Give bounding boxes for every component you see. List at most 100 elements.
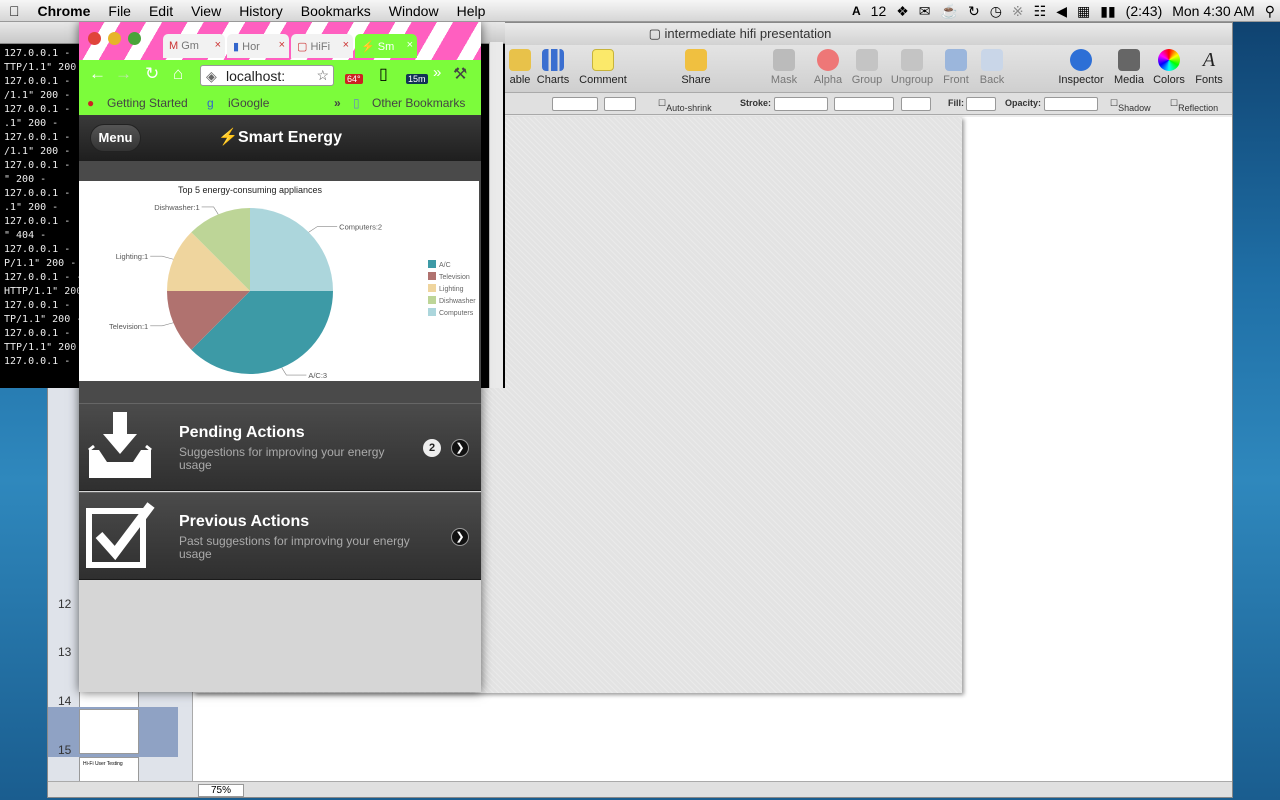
menu-help[interactable]: Help (448, 0, 495, 22)
chevron-right-icon[interactable]: ❯ (451, 439, 469, 457)
close-window-icon[interactable] (88, 32, 101, 45)
stroke-style-select[interactable] (774, 97, 828, 111)
lightning-icon: ⚡ (218, 129, 238, 146)
bookmarks-bar: ● Getting Started g iGoogle » ▯ Other Bo… (79, 91, 481, 115)
chart-container: Top 5 energy-consuming appliances A/C:3 T… (79, 181, 479, 381)
wifi-icon[interactable]: ☷ (1029, 0, 1052, 22)
app-menu[interactable]: Chrome (29, 0, 100, 22)
toolbar-charts-button[interactable]: Charts (526, 49, 580, 86)
bookmark-getting-started[interactable]: Getting Started (107, 96, 188, 110)
toolbar-share-button[interactable]: Share (669, 49, 723, 86)
weather-extension-icon[interactable]: 64° (345, 74, 363, 84)
volume-icon[interactable]: ◀ (1051, 0, 1072, 22)
zoom-select[interactable]: 75% (198, 784, 245, 797)
shadow-checkbox[interactable]: ☐ Shadow (1110, 98, 1151, 113)
legend-label: A/C (439, 262, 451, 269)
opacity-label: Opacity: (1005, 98, 1042, 108)
spotlight-icon[interactable]: ⚲ (1260, 0, 1280, 22)
slide-number: 12 (58, 597, 72, 611)
stroke-width-select[interactable] (834, 97, 894, 111)
slide-thumbnail-selected[interactable] (79, 709, 139, 754)
zoom-window-icon[interactable] (128, 32, 141, 45)
pending-actions-row[interactable]: Pending Actions Suggestions for improvin… (79, 403, 481, 491)
menu-history[interactable]: History (230, 0, 292, 22)
reload-icon[interactable]: ↻ (145, 64, 159, 84)
toolbar-inspector-button[interactable]: Inspector (1054, 49, 1108, 86)
bookmark-star-icon[interactable]: ☆ (316, 67, 329, 84)
docs-icon: ▮ (233, 41, 240, 53)
pie-slice-label: Lighting:1 (116, 252, 149, 261)
tab-strip: M Gm × ▮ Hor × ▢ HiFi × ⚡ Sm × (79, 22, 481, 60)
tab-hifi[interactable]: ▢ HiFi × (291, 34, 353, 58)
fill-label: Fill: (948, 98, 964, 108)
stroke-label: Stroke: (740, 98, 772, 108)
line-spacing-select[interactable] (552, 97, 598, 111)
folder-icon: ▯ (353, 96, 360, 110)
timer-extension-icon[interactable]: 15m (406, 74, 428, 84)
battery-icon[interactable]: ▮▮ (1095, 0, 1120, 22)
menu-edit[interactable]: Edit (140, 0, 182, 22)
bookmark-igoogle[interactable]: iGoogle (228, 96, 269, 110)
legend-label: Dishwasher (439, 298, 476, 305)
chevron-right-icon[interactable]: » (334, 96, 341, 110)
wrench-icon[interactable]: ⚒ (453, 64, 467, 84)
sync-icon[interactable]: ↻ (963, 0, 985, 22)
forward-arrow-icon[interactable]: → (115, 64, 132, 84)
calendar-icon[interactable]: ▦ (1072, 0, 1095, 22)
pie-leader-line (201, 206, 219, 215)
legend-label: Television (439, 274, 470, 281)
time-machine-icon[interactable]: ◷ (985, 0, 1007, 22)
ungroup-icon (901, 49, 923, 71)
navigation-bar: ← → ↻ ⌂ ◈ localhost: ☆ 64° ▯ 15m » ⚒ (79, 60, 481, 91)
minimize-window-icon[interactable] (108, 32, 121, 45)
share-icon (685, 49, 707, 71)
close-tab-icon[interactable]: × (407, 39, 413, 51)
fill-color-well[interactable] (966, 97, 996, 111)
toolbar-comment-button[interactable]: Comment (576, 49, 630, 86)
tab-smart-energy[interactable]: ⚡ Sm × (355, 34, 417, 58)
auto-shrink-checkbox[interactable]: ☐ Auto-shrink (658, 98, 712, 113)
toolbar-back-button[interactable]: Back (965, 49, 1019, 86)
toolbar-fonts-button[interactable]: A Fonts (1182, 49, 1232, 86)
close-tab-icon[interactable]: × (279, 39, 285, 51)
adobe-icon[interactable]: A (847, 0, 866, 22)
columns-select[interactable] (604, 97, 636, 111)
terminal-scrollbar[interactable] (489, 42, 503, 388)
menu-window[interactable]: Window (380, 0, 448, 22)
pie-leader-line (150, 322, 174, 327)
battery-time[interactable]: (2:43) (1121, 0, 1168, 22)
close-tab-icon[interactable]: × (215, 39, 221, 51)
chevron-right-icon[interactable]: ❯ (451, 528, 469, 546)
bluetooth-icon[interactable]: ※ (1007, 0, 1029, 22)
inspector-icon (1070, 49, 1092, 71)
legend-swatch (428, 284, 436, 292)
phone-extension-icon[interactable]: ▯ (379, 64, 388, 84)
coffee-icon[interactable]: ☕ (936, 0, 963, 22)
pie-leader-line (150, 255, 174, 260)
menu-view[interactable]: View (182, 0, 230, 22)
colors-icon (1158, 49, 1180, 71)
adobe-count[interactable]: 12 (866, 0, 892, 22)
menu-file[interactable]: File (99, 0, 140, 22)
close-tab-icon[interactable]: × (343, 39, 349, 51)
slide-number: 14 (58, 694, 72, 708)
pie-slice-label: A/C:3 (308, 371, 327, 380)
page-title: ⚡Smart Energy (218, 129, 342, 146)
dropbox-icon[interactable]: ❖ (891, 0, 914, 22)
clock[interactable]: Mon 4:30 AM (1167, 0, 1260, 22)
previous-actions-row[interactable]: Previous Actions Past suggestions for im… (79, 492, 481, 580)
apple-menu-icon[interactable]:  (0, 0, 29, 22)
bookmark-other[interactable]: Other Bookmarks (372, 96, 465, 110)
stroke-color-well[interactable] (901, 97, 931, 111)
tab-docs[interactable]: ▮ Hor × (227, 34, 289, 58)
mail-icon[interactable]: ✉ (914, 0, 936, 22)
tab-gmail[interactable]: M Gm × (163, 34, 225, 58)
reflection-checkbox[interactable]: ☐ Reflection (1170, 98, 1218, 113)
menu-bookmarks[interactable]: Bookmarks (292, 0, 380, 22)
back-arrow-icon[interactable]: ← (89, 64, 106, 84)
pie-slice-computers (250, 208, 333, 291)
address-bar[interactable]: ◈ localhost: ☆ (200, 65, 334, 86)
opacity-select[interactable] (1044, 97, 1098, 111)
home-icon[interactable]: ⌂ (173, 64, 183, 84)
more-extensions-icon[interactable]: » (433, 64, 441, 81)
